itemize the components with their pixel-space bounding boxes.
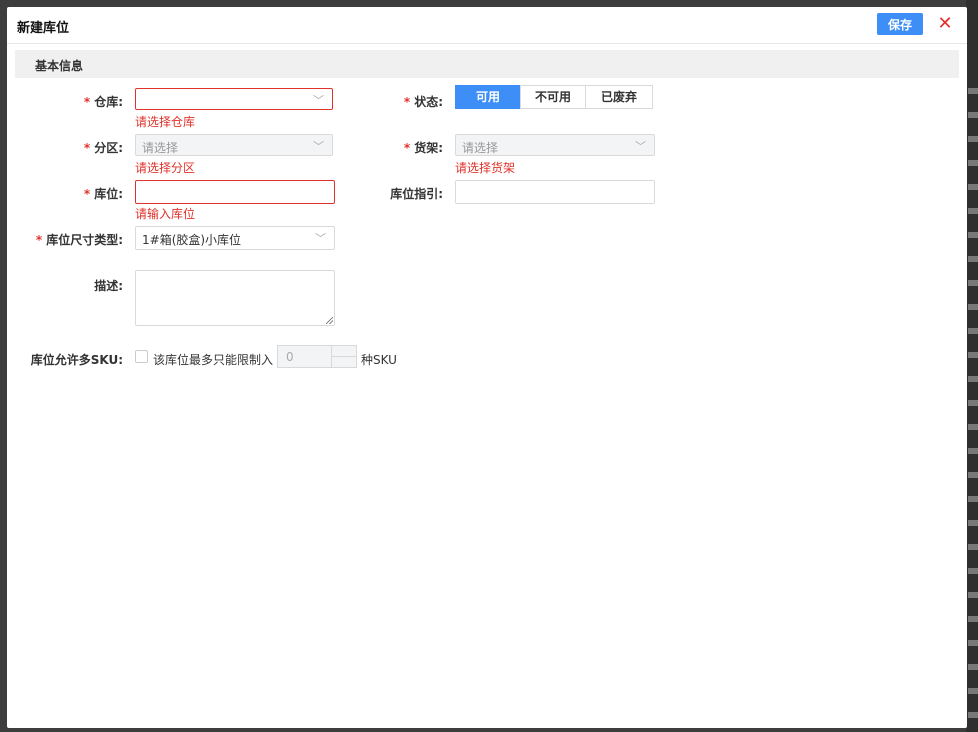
status-option-available[interactable]: 可用 — [455, 85, 521, 109]
required-mark: * — [83, 141, 91, 155]
status-option-unavailable[interactable]: 不可用 — [520, 85, 586, 109]
sku-unit-label: 种SKU — [361, 353, 397, 367]
warehouse-select[interactable]: ﹀ — [135, 88, 333, 110]
required-mark: * — [35, 233, 43, 247]
multi-sku-checkbox-label: 该库位最多只能限制入 — [153, 353, 274, 367]
warehouse-label-text: 仓库: — [94, 95, 123, 109]
required-mark: * — [403, 95, 411, 109]
backdrop-content — [968, 70, 978, 720]
location-label-text: 库位: — [94, 187, 123, 201]
location-input[interactable] — [135, 180, 335, 204]
shelf-select[interactable]: 请选择 ﹀ — [455, 134, 655, 156]
shelf-label: * 货架: — [387, 139, 443, 156]
chevron-down-icon: ﹀ — [315, 232, 326, 245]
size-type-label: * 库位尺寸类型: — [17, 231, 123, 248]
warehouse-error: 请选择仓库 — [135, 115, 196, 129]
shelf-error: 请选择货架 — [455, 161, 516, 175]
stepper-buttons[interactable] — [331, 346, 357, 367]
status-option-discarded[interactable]: 已废弃 — [585, 85, 653, 109]
section-title: 基本信息 — [35, 59, 84, 73]
required-mark: * — [83, 95, 91, 109]
zone-label-text: 分区: — [94, 141, 123, 155]
save-button[interactable]: 保存 — [877, 13, 923, 35]
location-guide-input[interactable] — [455, 180, 655, 204]
chevron-down-icon: ﹀ — [635, 140, 646, 153]
chevron-down-icon: ﹀ — [313, 94, 324, 107]
status-toggle-group: 可用 不可用 已废弃 — [455, 85, 653, 109]
status-label-text: 状态: — [414, 95, 443, 109]
size-type-select[interactable]: 1#箱(胶盒)小库位 ﹀ — [135, 226, 335, 250]
sku-limit-value: 0 — [286, 350, 294, 364]
multi-sku-label: 库位允许多SKU: — [30, 353, 123, 367]
new-location-dialog: 新建库位 保存 ✕ 基本信息 * 仓库: ﹀ 请选择仓库 * 状态: 可用 不可用 … — [7, 7, 967, 728]
size-type-label-text: 库位尺寸类型: — [46, 233, 123, 247]
section-header: 基本信息 — [15, 50, 959, 78]
required-mark: * — [83, 187, 91, 201]
location-error: 请输入库位 — [135, 207, 196, 221]
zone-select[interactable]: 请选择 ﹀ — [135, 134, 333, 156]
shelf-placeholder: 请选择 — [462, 141, 499, 155]
close-icon[interactable]: ✕ — [935, 13, 955, 35]
warehouse-label: * 仓库: — [67, 93, 123, 110]
location-guide-label: 库位指引: — [390, 187, 443, 201]
zone-placeholder: 请选择 — [142, 141, 179, 155]
size-type-value: 1#箱(胶盒)小库位 — [142, 233, 242, 247]
description-label: 描述: — [94, 279, 123, 293]
dialog-title: 新建库位 — [17, 21, 70, 36]
multi-sku-checkbox[interactable] — [135, 350, 148, 363]
resize-handle-icon[interactable] — [326, 317, 333, 324]
zone-error: 请选择分区 — [135, 161, 196, 175]
dialog-header: 新建库位 保存 ✕ — [7, 7, 967, 44]
sku-limit-stepper[interactable]: 0 — [277, 345, 357, 368]
shelf-label-text: 货架: — [414, 141, 443, 155]
zone-label: * 分区: — [67, 139, 123, 156]
location-label: * 库位: — [67, 185, 123, 202]
chevron-down-icon: ﹀ — [313, 140, 324, 153]
description-textarea[interactable] — [135, 270, 335, 326]
required-mark: * — [403, 141, 411, 155]
status-label: * 状态: — [387, 93, 443, 110]
